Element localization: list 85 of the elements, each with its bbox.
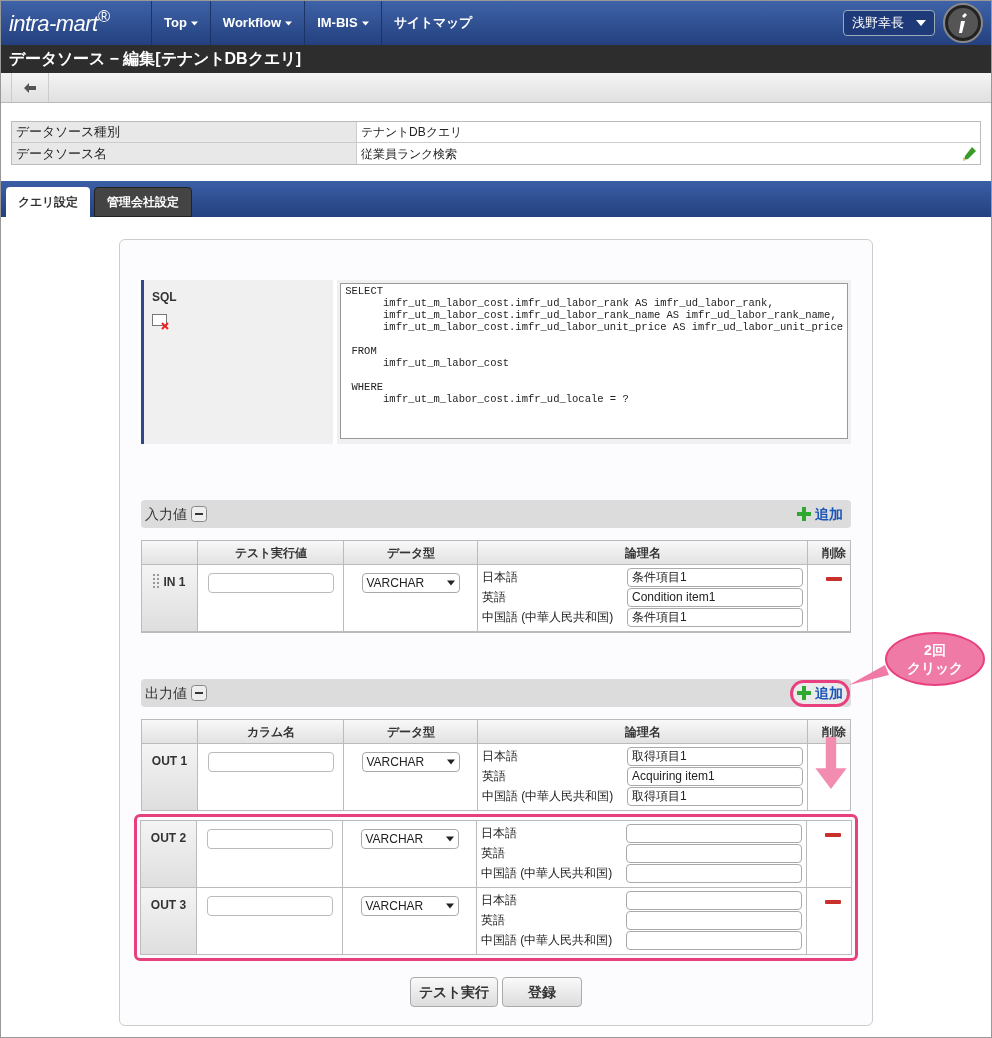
row-label: OUT 2	[150, 830, 187, 847]
drag-handle-icon[interactable]	[153, 574, 160, 588]
action-button[interactable]: テスト実行	[410, 977, 498, 1007]
column-header: 削除	[822, 723, 846, 741]
info-label: データソース種別	[16, 123, 120, 142]
info-value: テナントDBクエリ	[361, 124, 462, 141]
row-label: OUT 3	[150, 897, 187, 914]
caret-icon	[916, 20, 926, 26]
logical-name-field[interactable]	[626, 823, 802, 843]
logical-name-field[interactable]: 取得項目1	[627, 786, 803, 806]
type-select[interactable]: VARCHAR	[360, 896, 459, 916]
back-arrow-icon	[24, 82, 36, 93]
remove-icon[interactable]	[825, 833, 841, 837]
pencil-icon[interactable]	[962, 146, 976, 161]
logical-name-field[interactable]	[626, 843, 802, 863]
column-header: 論理名	[624, 723, 661, 741]
plus-icon	[797, 507, 811, 521]
column-header: データ型	[386, 544, 435, 562]
add-button[interactable]: 追加	[793, 682, 847, 704]
logical-name-field[interactable]: Acquiring item1	[627, 766, 803, 786]
logo[interactable]: intra-mart$^{®}$	[9, 6, 110, 40]
value-field[interactable]	[207, 752, 334, 772]
language-label: 日本語	[482, 569, 518, 586]
remove-icon[interactable]	[825, 900, 841, 904]
caret-icon	[446, 759, 455, 765]
language-label: 英語	[481, 912, 505, 929]
logical-name-field[interactable]	[626, 930, 802, 950]
language-label: 中国語 (中華人民共和国)	[481, 865, 613, 882]
logical-name-field[interactable]: 条件項目1	[627, 567, 803, 587]
logical-name-field[interactable]: 条件項目1	[627, 607, 803, 627]
caret-icon	[445, 836, 454, 842]
info-label: データソース名	[16, 144, 107, 163]
language-label: 日本語	[482, 748, 518, 765]
down-arrow-icon	[813, 737, 849, 789]
logical-name-field[interactable]	[626, 863, 802, 883]
column-header: データ型	[386, 723, 435, 741]
info-value: 従業員ランク検索	[361, 145, 457, 163]
row-label: IN 1	[163, 574, 186, 591]
callout-bubble: 2回 クリック	[885, 632, 985, 686]
language-label: 中国語 (中華人民共和国)	[482, 609, 614, 626]
column-header: カラム名	[246, 723, 295, 741]
section-title: 入力値	[145, 504, 187, 524]
column-header: 削除	[822, 544, 846, 562]
tab[interactable]: クエリ設定	[6, 187, 90, 217]
type-select[interactable]: VARCHAR	[361, 573, 460, 593]
language-label: 英語	[481, 845, 505, 862]
action-button[interactable]: 登録	[502, 977, 582, 1007]
logical-name-field[interactable]: 取得項目1	[627, 746, 803, 766]
callout-pointer	[849, 665, 889, 685]
sql-label: SQL	[152, 289, 178, 306]
collapse-icon[interactable]	[191, 506, 207, 522]
user-menu[interactable]: 浅野幸長	[843, 10, 935, 36]
caret-icon	[446, 580, 455, 586]
column-header: 論理名	[624, 544, 661, 562]
language-label: 日本語	[481, 825, 517, 842]
value-field[interactable]	[207, 573, 334, 593]
type-select[interactable]: VARCHAR	[360, 829, 459, 849]
type-select[interactable]: VARCHAR	[361, 752, 460, 772]
logical-name-field[interactable]: Condition item1	[627, 587, 803, 607]
language-label: 中国語 (中華人民共和国)	[482, 788, 614, 805]
language-label: 英語	[482, 768, 506, 785]
sql-field[interactable]: SELECT imfr_ut_m_labor_cost.imfr_ud_labor_rank AS imfr_ud_labor_rank, imfr_ut_m_labor_cost.imfr_ud_labor_rank_name AS imfr_ud_labor_rank_name, imfr_ut_m_labor_cost.imfr_ud_labor_unit_price AS imfr_ud_labor_unit_price FROM imfr_ut_m_labor_cost WHERE imfr_ut_m_labor_cost.imfr_ud_locale = ?	[340, 283, 848, 439]
logical-name-field[interactable]	[626, 910, 802, 930]
value-field[interactable]	[206, 829, 333, 849]
language-label: 中国語 (中華人民共和国)	[481, 932, 613, 949]
page-title: データソース − 編集[テナントDBクエリ]	[9, 49, 301, 69]
back-button[interactable]	[11, 73, 49, 102]
add-button[interactable]: 追加	[793, 503, 847, 525]
language-label: 英語	[482, 589, 506, 606]
logical-name-field[interactable]	[626, 890, 802, 910]
column-header: テスト実行値	[234, 544, 307, 562]
caret-icon	[285, 20, 293, 26]
collapse-icon[interactable]	[191, 685, 207, 701]
language-label: 日本語	[481, 892, 517, 909]
section-title: 出力値	[145, 683, 187, 703]
tab[interactable]: 管理会社設定	[94, 187, 192, 217]
plus-icon	[797, 686, 811, 700]
caret-icon	[361, 20, 369, 26]
row-label: OUT 1	[151, 753, 188, 770]
caret-icon	[445, 903, 454, 909]
clear-icon[interactable]	[152, 314, 170, 330]
remove-icon[interactable]	[826, 577, 842, 581]
caret-icon	[190, 20, 198, 26]
brand-emblem-icon	[943, 3, 983, 43]
value-field[interactable]	[206, 896, 333, 916]
